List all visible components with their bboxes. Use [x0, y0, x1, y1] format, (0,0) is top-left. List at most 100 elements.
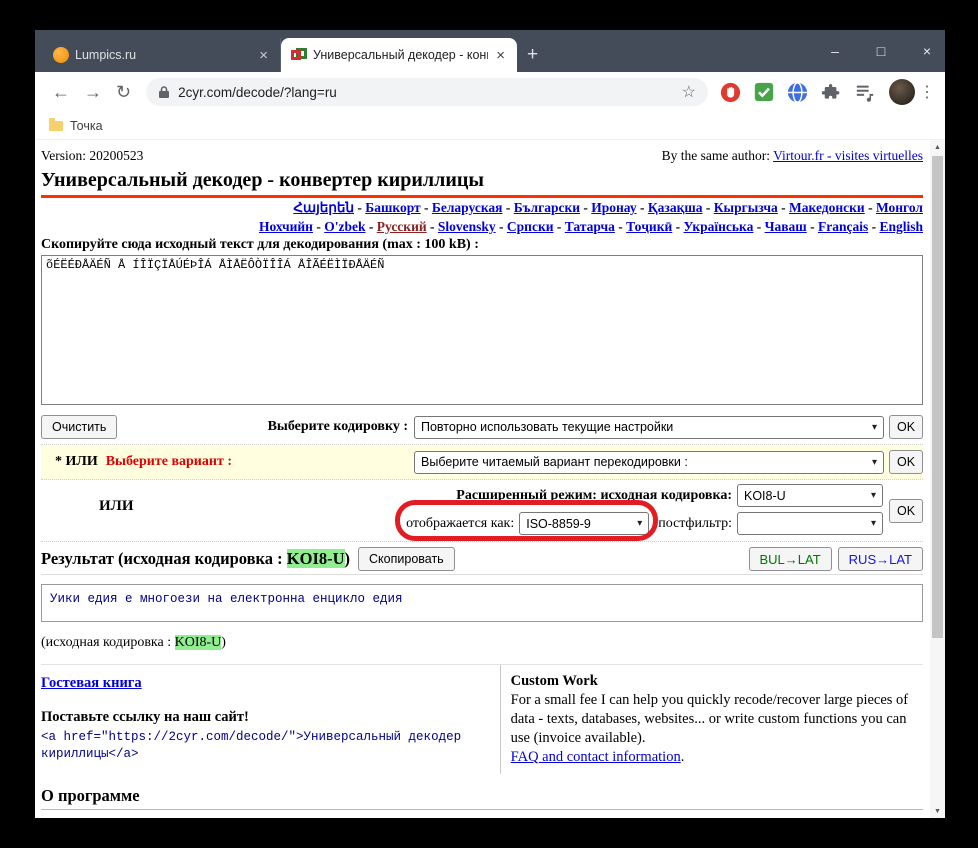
language-link[interactable]: Кыргызча: [714, 200, 778, 215]
copy-button[interactable]: Скопировать: [358, 547, 455, 571]
language-link[interactable]: Беларуская: [432, 200, 503, 215]
postfilter-label: постфильтр:: [658, 516, 732, 532]
faq-link[interactable]: FAQ and contact information: [511, 749, 681, 765]
advanced-ok-button[interactable]: OK: [889, 499, 923, 523]
language-link[interactable]: Македонски: [789, 200, 865, 215]
rus-lat-button[interactable]: RUS→LAT: [838, 547, 923, 571]
encoding-label: Выберите кодировку :: [268, 419, 408, 435]
page-scrollbar[interactable]: ▲ ▼: [930, 140, 945, 818]
result-output[interactable]: Уики едия е многоези на електронна енцик…: [41, 584, 923, 622]
guestbook-link[interactable]: Гостевая книга: [41, 675, 142, 691]
browser-window: Lumpics.ru × Универсальный декодер - кон…: [35, 30, 945, 818]
postfilter-select[interactable]: ▾: [737, 512, 883, 535]
language-link[interactable]: Иронау: [591, 200, 636, 215]
bookmark-folder-label[interactable]: Точка: [70, 119, 103, 133]
link-us-label: Поставьте ссылку на наш сайт!: [41, 709, 490, 726]
link-code-snippet: <a href="https://2cyr.com/decode/">Униве…: [41, 729, 481, 763]
decoder-favicon-icon: [291, 47, 307, 63]
right-column: Custom Work For a small fee I can help y…: [500, 665, 923, 774]
language-link[interactable]: Русский: [377, 219, 427, 234]
custom-work-title: Custom Work: [511, 673, 923, 690]
bookmark-star-icon[interactable]: ☆: [682, 82, 696, 102]
new-tab-button[interactable]: +: [527, 44, 538, 66]
forward-icon[interactable]: →: [84, 82, 102, 103]
address-bar[interactable]: 2cyr.com/decode/?lang=ru ☆: [146, 78, 708, 106]
source-encoding-select[interactable]: KOI8-U ▾: [737, 484, 883, 507]
left-column: Гостевая книга Поставьте ссылку на наш с…: [41, 665, 500, 774]
about-title: О программе: [41, 786, 923, 806]
divider: [41, 574, 923, 575]
divider: [41, 809, 923, 810]
maximize-button[interactable]: □: [873, 43, 889, 59]
tab-lumpics[interactable]: Lumpics.ru ×: [43, 38, 281, 72]
language-link[interactable]: Монгол: [876, 200, 923, 215]
minimize-button[interactable]: –: [827, 43, 843, 59]
adblock-icon[interactable]: [720, 82, 741, 103]
advanced-label: Расширенный режим: исходная кодировка:: [456, 488, 732, 504]
extensions-puzzle-icon[interactable]: [821, 82, 841, 102]
globe-extension-icon[interactable]: [787, 82, 808, 103]
language-link[interactable]: Тоҷикӣ: [626, 219, 672, 234]
version-text: Version: 20200523: [41, 148, 143, 164]
tab-decoder[interactable]: Универсальный декодер - конве ×: [281, 38, 517, 72]
encoding-note: (исходная кодировка : KOI8-U): [41, 635, 923, 651]
faq-line: FAQ and contact information.: [511, 749, 685, 765]
two-column-section: Гостевая книга Поставьте ссылку на наш с…: [41, 664, 923, 774]
encoding-row: Очистить Выберите кодировку : Повторно и…: [41, 410, 923, 445]
red-divider: [41, 195, 923, 198]
window-controls: – □ ×: [827, 30, 935, 72]
language-link[interactable]: English: [879, 219, 923, 234]
scroll-down-icon[interactable]: ▼: [930, 804, 945, 818]
clear-button[interactable]: Очистить: [41, 415, 117, 439]
back-icon[interactable]: ←: [52, 82, 70, 103]
language-link[interactable]: Татарча: [565, 219, 615, 234]
profile-avatar[interactable]: [889, 79, 915, 105]
language-link[interactable]: Српски: [507, 219, 554, 234]
or-label-2: ИЛИ: [99, 498, 134, 515]
tab-title: Универсальный декодер - конве: [313, 48, 488, 62]
display-as-label: отображается как:: [406, 516, 514, 532]
custom-work-text: For a small fee I can help you quickly r…: [511, 691, 923, 748]
tab-close-icon[interactable]: ×: [257, 47, 270, 64]
author-link[interactable]: Virtour.fr - visites virtuelles: [773, 148, 923, 163]
language-link[interactable]: Башкорт: [365, 200, 420, 215]
language-link[interactable]: Հայերեն: [293, 200, 354, 215]
encoding-ok-button[interactable]: OK: [889, 415, 923, 439]
checkmark-extension-icon[interactable]: [754, 82, 774, 102]
language-link[interactable]: O'zbek: [324, 219, 365, 234]
tab-title: Lumpics.ru: [75, 48, 251, 62]
lock-icon: [158, 85, 170, 99]
extensions-area: [720, 79, 915, 105]
language-link[interactable]: Нохчийн: [259, 219, 313, 234]
tab-close-icon[interactable]: ×: [494, 47, 507, 64]
language-link[interactable]: Français: [818, 219, 868, 234]
bul-lat-button[interactable]: BUL→LAT: [749, 547, 832, 571]
page-title: Универсальный декодер - конвертер кирилл…: [41, 169, 923, 192]
page-content: Version: 20200523 By the same author: Vi…: [35, 140, 945, 818]
variant-select[interactable]: Выберите читаемый вариант перекодировки …: [414, 451, 884, 474]
chevron-down-icon: ▾: [871, 490, 876, 501]
variant-label: Выберите вариант :: [106, 454, 232, 470]
scrollbar-thumb[interactable]: [932, 156, 943, 638]
advanced-mode-row: ИЛИ Расширенный режим: исходная кодировк…: [41, 480, 923, 542]
language-link[interactable]: Українська: [684, 219, 754, 234]
language-link[interactable]: Slovensky: [438, 219, 496, 234]
display-as-group: отображается как: ISO-8859-9 ▾: [403, 511, 652, 536]
display-as-select[interactable]: ISO-8859-9 ▾: [519, 512, 649, 535]
chevron-down-icon: ▾: [872, 422, 877, 433]
scroll-up-icon[interactable]: ▲: [930, 140, 945, 154]
language-links-row2: Нохчийн - O'zbek - Русский - Slovensky -…: [41, 218, 923, 236]
language-link[interactable]: Қазақша: [648, 200, 703, 215]
source-text-input[interactable]: õÉËÉÐÅÄÉÑ Å ÍÎÏÇÏÅÚÉÞÎÁ ÅÌÅËÔÒÏÎÎÁ ÅÎÃÉË…: [41, 255, 923, 405]
close-button[interactable]: ×: [919, 43, 935, 59]
chevron-down-icon: ▾: [872, 457, 877, 468]
language-links-row1: Հայերեն - Башкорт - Беларуская - Българс…: [41, 199, 923, 217]
playlist-extension-icon[interactable]: [854, 82, 876, 102]
reload-icon[interactable]: ↻: [116, 82, 131, 103]
encoding-select[interactable]: Повторно использовать текущие настройки …: [414, 416, 884, 439]
chrome-menu-icon[interactable]: ⋮: [919, 82, 935, 102]
language-link[interactable]: Български: [514, 200, 580, 215]
language-link[interactable]: Чаваш: [765, 219, 807, 234]
variant-ok-button[interactable]: OK: [889, 450, 923, 474]
url-text[interactable]: 2cyr.com/decode/?lang=ru: [178, 85, 682, 100]
